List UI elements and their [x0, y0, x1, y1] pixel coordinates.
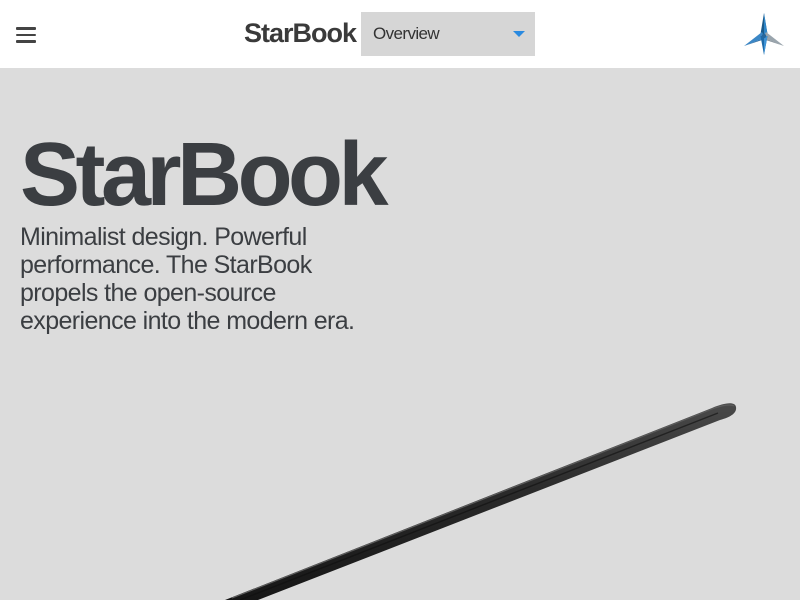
- brand-name[interactable]: StarBook: [244, 16, 357, 50]
- top-navigation-bar: StarBook Overview: [0, 0, 800, 68]
- hamburger-menu-icon[interactable]: [14, 24, 38, 46]
- section-select-value: Overview: [373, 24, 440, 43]
- laptop-side-image: [225, 403, 737, 600]
- section-select-dropdown[interactable]: Overview: [361, 12, 535, 56]
- caret-down-icon: [513, 31, 525, 37]
- hero-section: StarBook Minimalist design. Powerful per…: [0, 68, 800, 600]
- star-logo-icon[interactable]: [740, 10, 788, 58]
